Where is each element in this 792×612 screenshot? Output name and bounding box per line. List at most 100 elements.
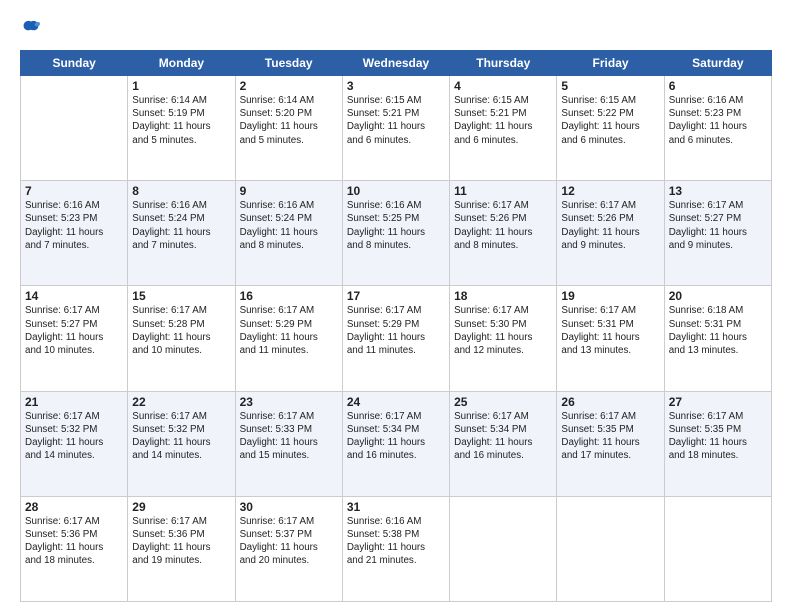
calendar-cell: 16Sunrise: 6:17 AM Sunset: 5:29 PM Dayli… xyxy=(235,286,342,391)
day-number: 30 xyxy=(240,500,338,514)
calendar-cell: 26Sunrise: 6:17 AM Sunset: 5:35 PM Dayli… xyxy=(557,391,664,496)
calendar-cell: 28Sunrise: 6:17 AM Sunset: 5:36 PM Dayli… xyxy=(21,496,128,601)
day-info: Sunrise: 6:16 AM Sunset: 5:25 PM Dayligh… xyxy=(347,199,445,252)
calendar-cell: 30Sunrise: 6:17 AM Sunset: 5:37 PM Dayli… xyxy=(235,496,342,601)
calendar-cell: 3Sunrise: 6:15 AM Sunset: 5:21 PM Daylig… xyxy=(342,76,449,181)
calendar-cell: 6Sunrise: 6:16 AM Sunset: 5:23 PM Daylig… xyxy=(664,76,771,181)
day-info: Sunrise: 6:16 AM Sunset: 5:38 PM Dayligh… xyxy=(347,515,445,568)
day-info: Sunrise: 6:14 AM Sunset: 5:19 PM Dayligh… xyxy=(132,94,230,147)
day-number: 2 xyxy=(240,79,338,93)
calendar-cell xyxy=(557,496,664,601)
day-number: 15 xyxy=(132,289,230,303)
day-info: Sunrise: 6:17 AM Sunset: 5:32 PM Dayligh… xyxy=(132,410,230,463)
week-row-2: 7Sunrise: 6:16 AM Sunset: 5:23 PM Daylig… xyxy=(21,181,772,286)
day-number: 22 xyxy=(132,395,230,409)
day-number: 14 xyxy=(25,289,123,303)
day-info: Sunrise: 6:15 AM Sunset: 5:22 PM Dayligh… xyxy=(561,94,659,147)
calendar-cell: 1Sunrise: 6:14 AM Sunset: 5:19 PM Daylig… xyxy=(128,76,235,181)
day-info: Sunrise: 6:17 AM Sunset: 5:32 PM Dayligh… xyxy=(25,410,123,463)
day-info: Sunrise: 6:17 AM Sunset: 5:28 PM Dayligh… xyxy=(132,304,230,357)
week-row-5: 28Sunrise: 6:17 AM Sunset: 5:36 PM Dayli… xyxy=(21,496,772,601)
day-number: 17 xyxy=(347,289,445,303)
day-number: 23 xyxy=(240,395,338,409)
day-number: 25 xyxy=(454,395,552,409)
day-info: Sunrise: 6:17 AM Sunset: 5:27 PM Dayligh… xyxy=(25,304,123,357)
week-row-1: 1Sunrise: 6:14 AM Sunset: 5:19 PM Daylig… xyxy=(21,76,772,181)
day-info: Sunrise: 6:17 AM Sunset: 5:26 PM Dayligh… xyxy=(454,199,552,252)
calendar-cell: 18Sunrise: 6:17 AM Sunset: 5:30 PM Dayli… xyxy=(450,286,557,391)
day-info: Sunrise: 6:17 AM Sunset: 5:37 PM Dayligh… xyxy=(240,515,338,568)
day-number: 21 xyxy=(25,395,123,409)
day-info: Sunrise: 6:17 AM Sunset: 5:36 PM Dayligh… xyxy=(132,515,230,568)
page: SundayMondayTuesdayWednesdayThursdayFrid… xyxy=(0,0,792,612)
day-number: 8 xyxy=(132,184,230,198)
day-number: 24 xyxy=(347,395,445,409)
calendar-cell: 29Sunrise: 6:17 AM Sunset: 5:36 PM Dayli… xyxy=(128,496,235,601)
day-info: Sunrise: 6:17 AM Sunset: 5:26 PM Dayligh… xyxy=(561,199,659,252)
day-number: 7 xyxy=(25,184,123,198)
calendar-cell xyxy=(21,76,128,181)
day-info: Sunrise: 6:17 AM Sunset: 5:30 PM Dayligh… xyxy=(454,304,552,357)
calendar-cell: 4Sunrise: 6:15 AM Sunset: 5:21 PM Daylig… xyxy=(450,76,557,181)
calendar-cell: 2Sunrise: 6:14 AM Sunset: 5:20 PM Daylig… xyxy=(235,76,342,181)
calendar-cell: 8Sunrise: 6:16 AM Sunset: 5:24 PM Daylig… xyxy=(128,181,235,286)
day-info: Sunrise: 6:16 AM Sunset: 5:24 PM Dayligh… xyxy=(132,199,230,252)
day-number: 10 xyxy=(347,184,445,198)
calendar-cell xyxy=(664,496,771,601)
calendar: SundayMondayTuesdayWednesdayThursdayFrid… xyxy=(20,50,772,602)
calendar-cell: 25Sunrise: 6:17 AM Sunset: 5:34 PM Dayli… xyxy=(450,391,557,496)
weekday-header-wednesday: Wednesday xyxy=(342,51,449,76)
header xyxy=(20,18,772,40)
day-number: 19 xyxy=(561,289,659,303)
day-info: Sunrise: 6:17 AM Sunset: 5:34 PM Dayligh… xyxy=(454,410,552,463)
weekday-header-row: SundayMondayTuesdayWednesdayThursdayFrid… xyxy=(21,51,772,76)
calendar-cell: 13Sunrise: 6:17 AM Sunset: 5:27 PM Dayli… xyxy=(664,181,771,286)
day-number: 18 xyxy=(454,289,552,303)
day-info: Sunrise: 6:14 AM Sunset: 5:20 PM Dayligh… xyxy=(240,94,338,147)
calendar-cell: 15Sunrise: 6:17 AM Sunset: 5:28 PM Dayli… xyxy=(128,286,235,391)
calendar-cell: 31Sunrise: 6:16 AM Sunset: 5:38 PM Dayli… xyxy=(342,496,449,601)
calendar-cell: 24Sunrise: 6:17 AM Sunset: 5:34 PM Dayli… xyxy=(342,391,449,496)
day-number: 4 xyxy=(454,79,552,93)
calendar-cell: 11Sunrise: 6:17 AM Sunset: 5:26 PM Dayli… xyxy=(450,181,557,286)
weekday-header-monday: Monday xyxy=(128,51,235,76)
day-number: 13 xyxy=(669,184,767,198)
day-number: 9 xyxy=(240,184,338,198)
day-number: 3 xyxy=(347,79,445,93)
day-number: 16 xyxy=(240,289,338,303)
day-info: Sunrise: 6:18 AM Sunset: 5:31 PM Dayligh… xyxy=(669,304,767,357)
day-number: 1 xyxy=(132,79,230,93)
day-info: Sunrise: 6:17 AM Sunset: 5:36 PM Dayligh… xyxy=(25,515,123,568)
day-info: Sunrise: 6:17 AM Sunset: 5:34 PM Dayligh… xyxy=(347,410,445,463)
day-info: Sunrise: 6:15 AM Sunset: 5:21 PM Dayligh… xyxy=(454,94,552,147)
calendar-cell: 21Sunrise: 6:17 AM Sunset: 5:32 PM Dayli… xyxy=(21,391,128,496)
calendar-cell: 17Sunrise: 6:17 AM Sunset: 5:29 PM Dayli… xyxy=(342,286,449,391)
day-info: Sunrise: 6:17 AM Sunset: 5:35 PM Dayligh… xyxy=(561,410,659,463)
calendar-cell: 12Sunrise: 6:17 AM Sunset: 5:26 PM Dayli… xyxy=(557,181,664,286)
logo xyxy=(20,18,46,40)
day-info: Sunrise: 6:17 AM Sunset: 5:31 PM Dayligh… xyxy=(561,304,659,357)
day-number: 5 xyxy=(561,79,659,93)
calendar-cell: 5Sunrise: 6:15 AM Sunset: 5:22 PM Daylig… xyxy=(557,76,664,181)
weekday-header-saturday: Saturday xyxy=(664,51,771,76)
day-number: 20 xyxy=(669,289,767,303)
calendar-cell: 9Sunrise: 6:16 AM Sunset: 5:24 PM Daylig… xyxy=(235,181,342,286)
day-info: Sunrise: 6:16 AM Sunset: 5:23 PM Dayligh… xyxy=(669,94,767,147)
weekday-header-tuesday: Tuesday xyxy=(235,51,342,76)
day-info: Sunrise: 6:17 AM Sunset: 5:33 PM Dayligh… xyxy=(240,410,338,463)
weekday-header-thursday: Thursday xyxy=(450,51,557,76)
week-row-3: 14Sunrise: 6:17 AM Sunset: 5:27 PM Dayli… xyxy=(21,286,772,391)
week-row-4: 21Sunrise: 6:17 AM Sunset: 5:32 PM Dayli… xyxy=(21,391,772,496)
weekday-header-sunday: Sunday xyxy=(21,51,128,76)
calendar-cell: 23Sunrise: 6:17 AM Sunset: 5:33 PM Dayli… xyxy=(235,391,342,496)
day-number: 29 xyxy=(132,500,230,514)
day-info: Sunrise: 6:16 AM Sunset: 5:23 PM Dayligh… xyxy=(25,199,123,252)
day-number: 26 xyxy=(561,395,659,409)
calendar-cell: 20Sunrise: 6:18 AM Sunset: 5:31 PM Dayli… xyxy=(664,286,771,391)
day-number: 28 xyxy=(25,500,123,514)
weekday-header-friday: Friday xyxy=(557,51,664,76)
day-number: 27 xyxy=(669,395,767,409)
day-number: 12 xyxy=(561,184,659,198)
calendar-cell: 22Sunrise: 6:17 AM Sunset: 5:32 PM Dayli… xyxy=(128,391,235,496)
day-info: Sunrise: 6:17 AM Sunset: 5:29 PM Dayligh… xyxy=(240,304,338,357)
